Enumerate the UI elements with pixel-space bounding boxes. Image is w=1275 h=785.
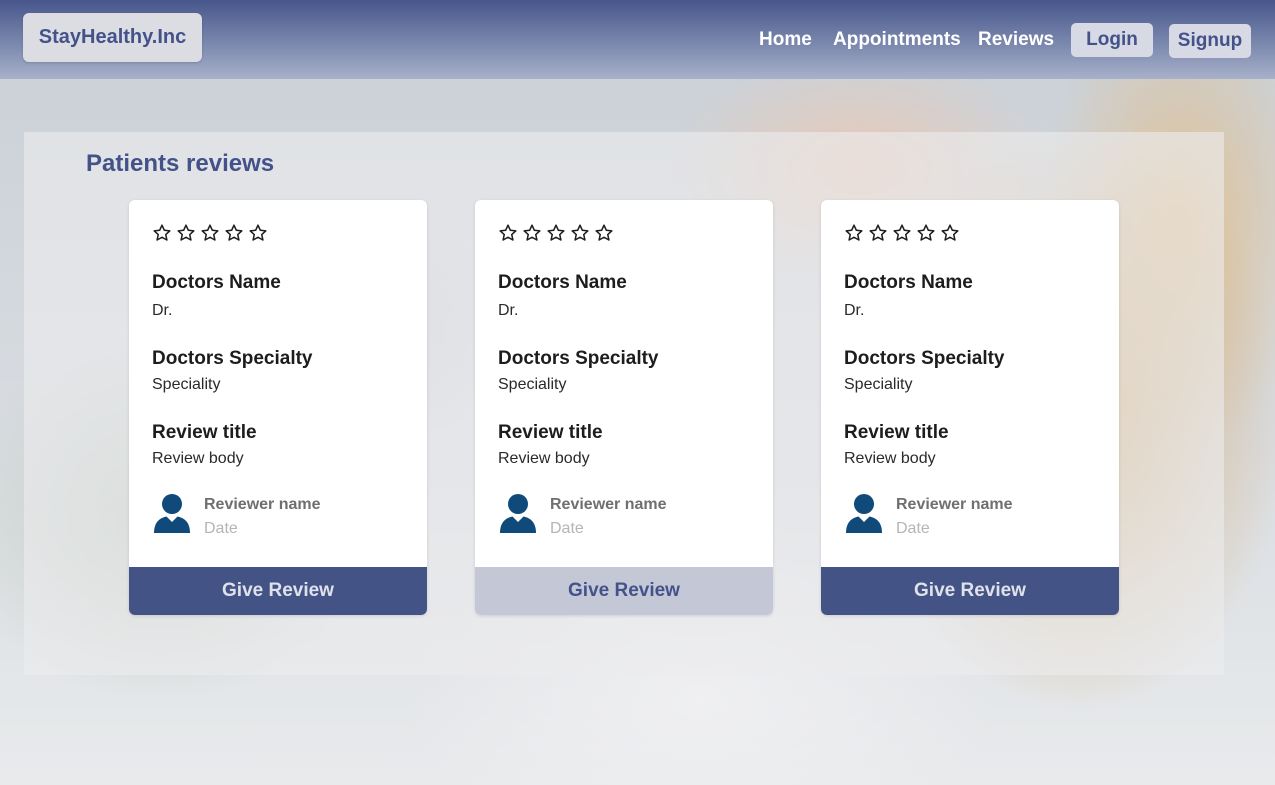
nav-appointments-link[interactable]: Appointments (833, 29, 961, 51)
rating-stars[interactable] (498, 223, 614, 248)
review-title: Review title (844, 422, 949, 443)
review-card: Doctors Name Dr. Doctors Specialty Speciali… (129, 200, 427, 615)
section-title: Patients reviews (86, 150, 275, 177)
doctor-specialty-label: Doctors Specialty (844, 348, 1005, 369)
doctor-specialty-value: Speciality (152, 376, 221, 393)
star-outline-icon[interactable] (594, 223, 614, 248)
star-outline-icon[interactable] (570, 223, 590, 248)
star-outline-icon[interactable] (224, 223, 244, 248)
review-title: Review title (498, 422, 603, 443)
review-date: Date (896, 520, 930, 537)
user-avatar-icon (844, 492, 884, 534)
star-outline-icon[interactable] (176, 223, 196, 248)
star-outline-icon[interactable] (892, 223, 912, 248)
star-outline-icon[interactable] (940, 223, 960, 248)
give-review-button[interactable]: Give Review (475, 567, 773, 615)
doctor-name-value: Dr. (152, 302, 173, 319)
star-outline-icon[interactable] (498, 223, 518, 248)
user-avatar-icon (498, 492, 538, 534)
doctor-name-label: Doctors Name (844, 272, 973, 293)
give-review-button[interactable]: Give Review (821, 567, 1119, 615)
doctor-specialty-label: Doctors Specialty (498, 348, 659, 369)
user-avatar-icon (152, 492, 192, 534)
review-date: Date (204, 520, 238, 537)
nav-reviews-link[interactable]: Reviews (978, 29, 1054, 51)
doctor-name-label: Doctors Name (152, 272, 281, 293)
navbar: StayHealthy.Inc Home Appointments Review… (0, 0, 1275, 79)
review-body: Review body (498, 450, 590, 467)
review-date: Date (550, 520, 584, 537)
reviewer-name: Reviewer name (896, 496, 1013, 513)
review-card: Doctors Name Dr. Doctors Specialty Speciali… (475, 200, 773, 615)
login-button[interactable]: Login (1071, 23, 1153, 57)
review-card: Doctors Name Dr. Doctors Specialty Speciali… (821, 200, 1119, 615)
nav-home-link[interactable]: Home (759, 29, 812, 51)
doctor-specialty-label: Doctors Specialty (152, 348, 313, 369)
signup-button[interactable]: Signup (1169, 24, 1251, 58)
star-outline-icon[interactable] (522, 223, 542, 248)
rating-stars[interactable] (152, 223, 268, 248)
doctor-name-value: Dr. (844, 302, 865, 319)
doctor-name-value: Dr. (498, 302, 519, 319)
star-outline-icon[interactable] (868, 223, 888, 248)
brand-logo[interactable]: StayHealthy.Inc (23, 13, 202, 62)
star-outline-icon[interactable] (248, 223, 268, 248)
doctor-specialty-value: Speciality (498, 376, 567, 393)
doctor-name-label: Doctors Name (498, 272, 627, 293)
reviewer-name: Reviewer name (550, 496, 667, 513)
star-outline-icon[interactable] (200, 223, 220, 248)
star-outline-icon[interactable] (916, 223, 936, 248)
review-title: Review title (152, 422, 257, 443)
doctor-specialty-value: Speciality (844, 376, 913, 393)
star-outline-icon[interactable] (844, 223, 864, 248)
review-body: Review body (152, 450, 244, 467)
rating-stars[interactable] (844, 223, 960, 248)
reviewer-name: Reviewer name (204, 496, 321, 513)
star-outline-icon[interactable] (546, 223, 566, 248)
star-outline-icon[interactable] (152, 223, 172, 248)
give-review-button[interactable]: Give Review (129, 567, 427, 615)
review-body: Review body (844, 450, 936, 467)
